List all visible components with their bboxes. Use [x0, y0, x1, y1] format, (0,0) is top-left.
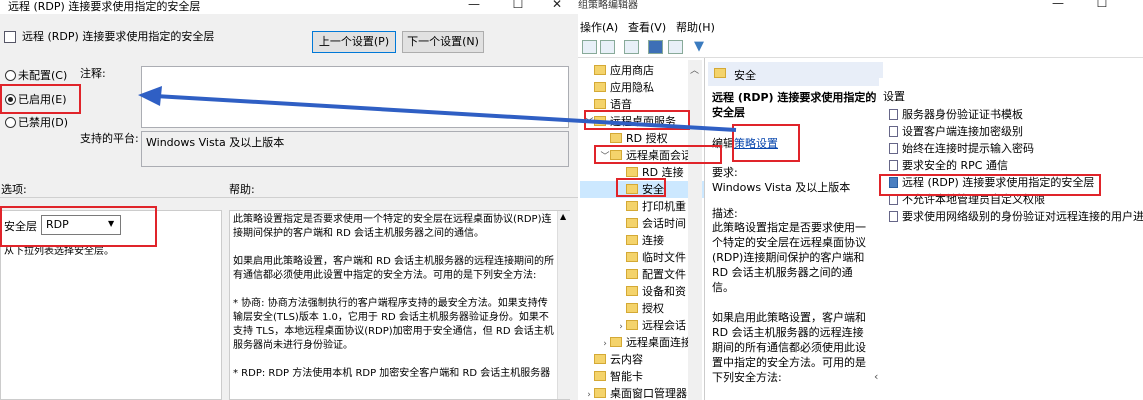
annotation-arrow [138, 86, 737, 132]
arrow-head [138, 86, 162, 106]
arrow-line [154, 94, 737, 132]
